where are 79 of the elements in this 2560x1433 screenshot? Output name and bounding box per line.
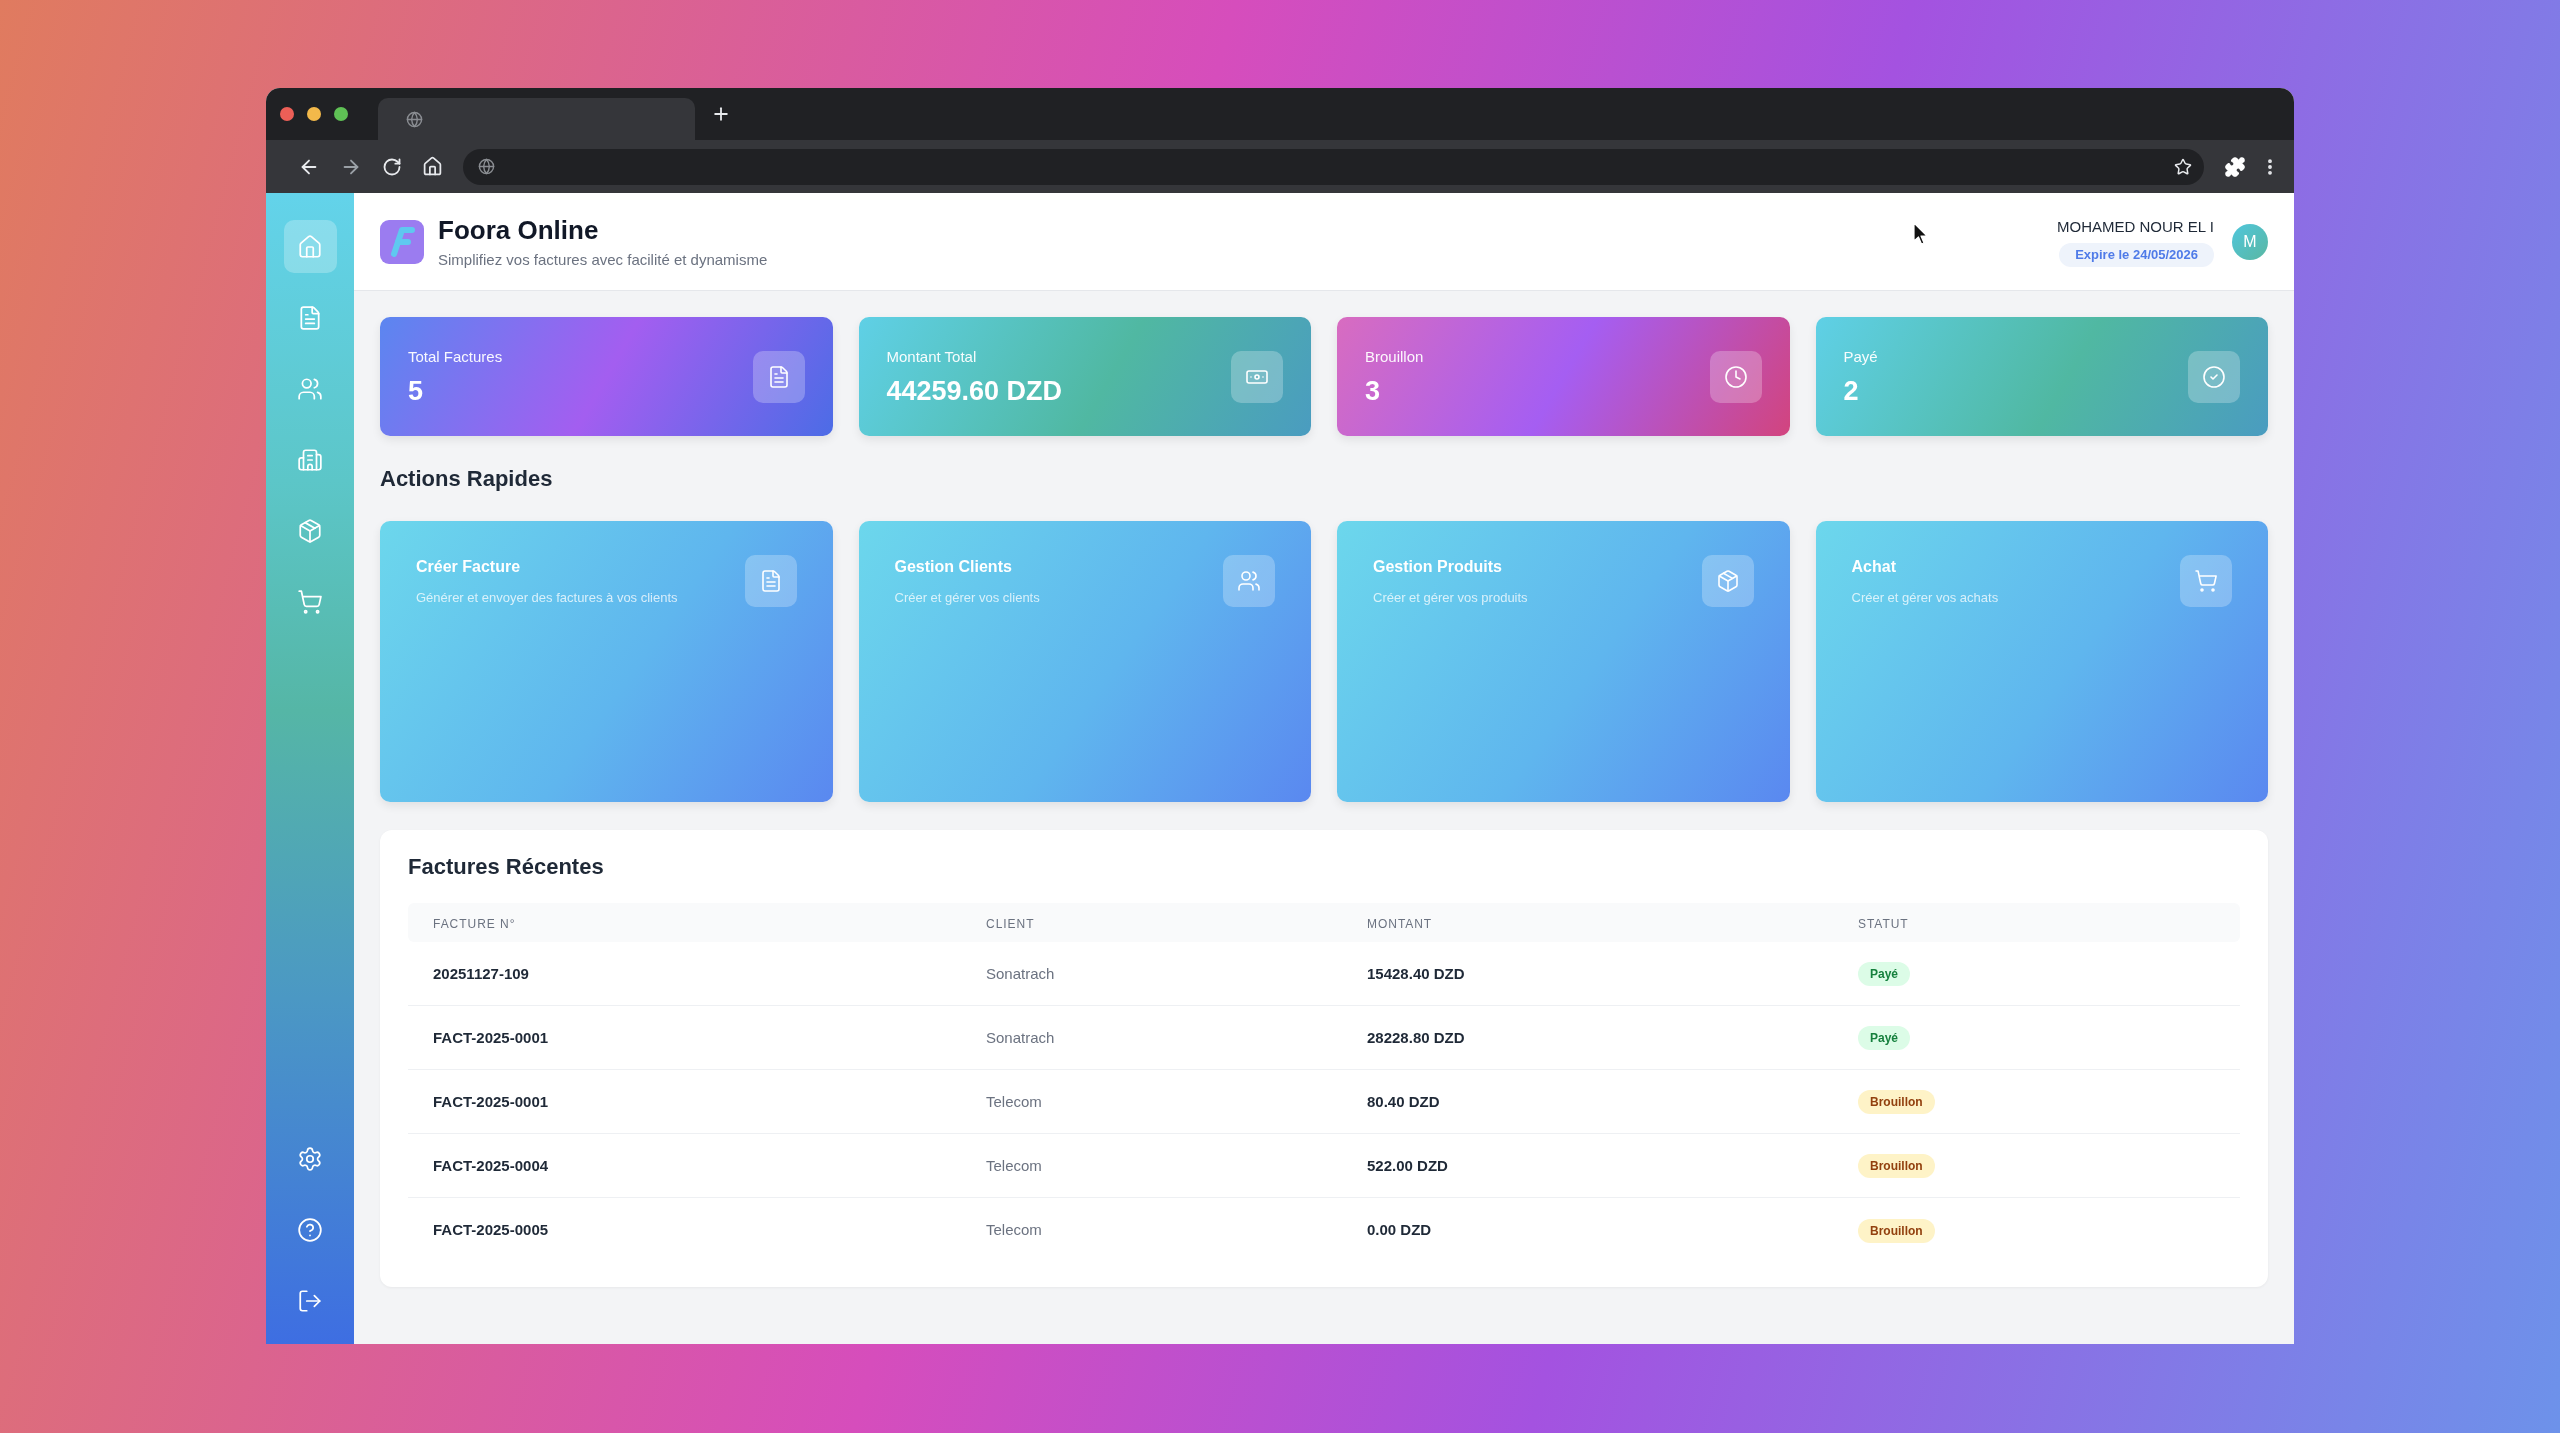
document-icon [297, 304, 323, 331]
stat-label: Montant Total [886, 346, 977, 367]
status-badge: Brouillon [1858, 1218, 1935, 1243]
clock-icon [1709, 350, 1762, 403]
invoice-amount: 28228.80 DZD [1367, 1028, 1465, 1046]
reload-icon[interactable] [382, 156, 402, 177]
column-header: CLIENT [986, 916, 1035, 931]
app-subtitle: Simplifiez vos factures avec facilité et dynamisme [438, 249, 768, 270]
invoice-amount: 15428.40 DZD [1367, 964, 1465, 982]
bookmark-star-icon[interactable] [2174, 157, 2192, 176]
quick-action-description: Créer et gérer vos achats [1851, 589, 1999, 607]
client-name: Sonatrach [986, 1028, 1055, 1046]
globe-icon [406, 110, 423, 128]
stat-value: 44259.60 DZD [886, 374, 1063, 407]
settings-icon [297, 1145, 323, 1172]
invoice-amount: 0.00 DZD [1367, 1221, 1432, 1238]
quick-action-title: Créer Facture [416, 557, 521, 577]
document-icon [744, 555, 797, 607]
invoice-amount: 80.40 DZD [1367, 1092, 1440, 1110]
stat-label: Payé [1843, 346, 1878, 367]
section-title: Factures Récentes [408, 854, 604, 880]
quick-action-title: Gestion Produits [1373, 557, 1502, 577]
quick-action-title: Gestion Clients [894, 557, 1012, 577]
window-zoom-icon[interactable] [334, 107, 348, 121]
stat-label: Brouillon [1365, 346, 1424, 367]
status-badge: Payé [1858, 1026, 1911, 1050]
quick-action-card[interactable]: Achat Créer et gérer vos achats [1815, 521, 2268, 802]
section-title: Actions Rapides [380, 466, 553, 492]
globe-icon [478, 158, 495, 175]
quick-action-card[interactable]: Créer Facture Générer et envoyer des factures à vos clients [380, 521, 833, 802]
extensions-icon[interactable] [2224, 155, 2246, 178]
user-avatar[interactable]: M [2232, 223, 2268, 260]
column-header: STATUT [1858, 916, 1909, 931]
quick-action-title: Achat [1851, 557, 1896, 577]
user-name: MOHAMED NOUR EL I [2057, 216, 2214, 237]
invoice-number: 20251127-109 [433, 964, 529, 982]
home-icon[interactable] [422, 156, 443, 177]
client-name: Telecom [986, 1156, 1042, 1174]
quick-action-card[interactable]: Gestion Clients Créer et gérer vos clients [858, 521, 1311, 802]
client-name: Telecom [986, 1092, 1042, 1110]
invoice-number: FACT-2025-0001 [433, 1028, 549, 1046]
help-icon [297, 1216, 323, 1243]
logout-icon [297, 1287, 323, 1314]
new-tab-icon[interactable] [711, 104, 731, 124]
status-badge: Brouillon [1858, 1154, 1935, 1178]
invoice-number: FACT-2025-0005 [433, 1221, 549, 1238]
stat-label: Total Factures [408, 346, 503, 367]
box-icon [297, 517, 323, 544]
stat-value: 2 [1843, 374, 1859, 407]
box-icon [1701, 555, 1754, 607]
expiry-badge: Expire le 24/05/2026 [2059, 242, 2214, 267]
quick-action-description: Générer et envoyer des factures à vos clients [416, 589, 678, 607]
stat-value: 3 [1365, 374, 1381, 407]
invoice-number: FACT-2025-0004 [433, 1156, 549, 1174]
home-icon [297, 233, 323, 260]
cart-icon [2180, 555, 2232, 607]
client-name: Telecom [986, 1221, 1042, 1238]
status-badge: Payé [1858, 962, 1911, 986]
quick-action-card[interactable]: Gestion Produits Créer et gérer vos produits [1337, 521, 1790, 802]
window-minimize-icon[interactable] [307, 107, 321, 121]
quick-action-description: Créer et gérer vos clients [894, 589, 1040, 607]
mouse-cursor-icon [1913, 222, 1929, 246]
column-header: FACTURE N° [433, 916, 516, 931]
building-icon [297, 446, 323, 473]
app-title: Foora Online [438, 213, 599, 246]
quick-action-description: Créer et gérer vos produits [1373, 589, 1528, 607]
window-close-icon[interactable] [280, 107, 294, 121]
document-icon [752, 350, 805, 403]
users-icon [297, 375, 323, 402]
column-header: MONTANT [1367, 916, 1433, 931]
stat-value: 5 [408, 374, 424, 407]
banknote-icon [1231, 350, 1283, 403]
cart-icon [297, 588, 323, 615]
invoice-amount: 522.00 DZD [1367, 1156, 1448, 1174]
status-badge: Brouillon [1858, 1090, 1935, 1114]
users-icon [1223, 555, 1275, 607]
client-name: Sonatrach [986, 964, 1055, 982]
invoice-number: FACT-2025-0001 [433, 1092, 549, 1110]
app-logo [380, 219, 424, 264]
